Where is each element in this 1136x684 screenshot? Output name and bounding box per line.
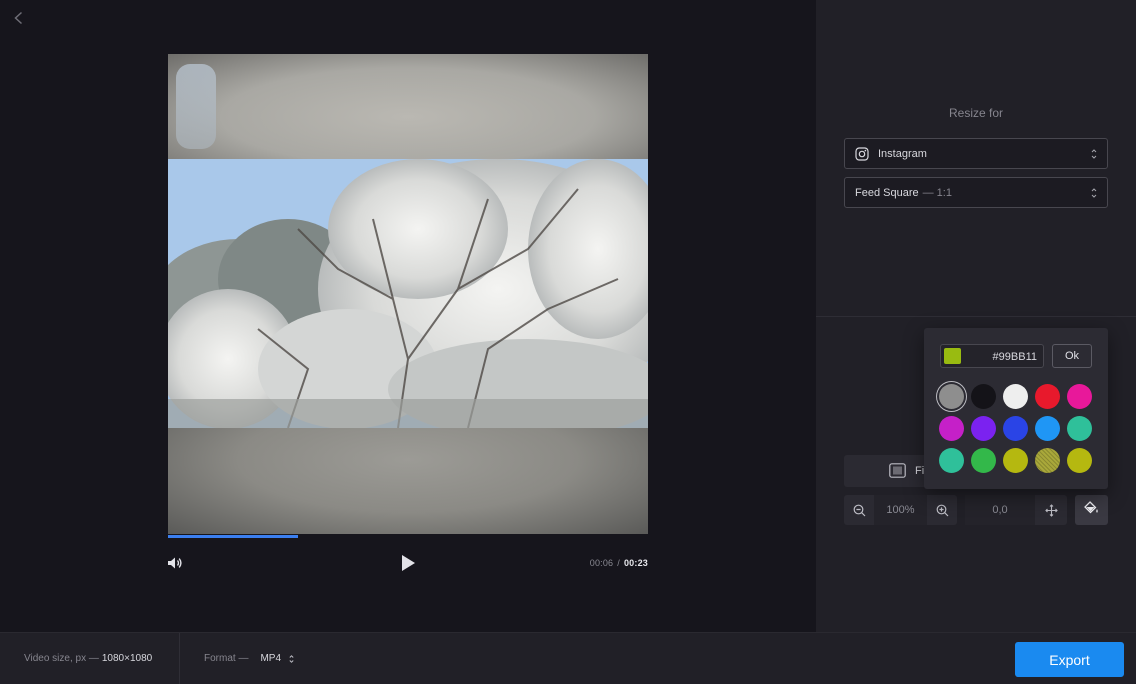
color-swatch[interactable]	[1035, 448, 1060, 473]
current-color-swatch	[944, 348, 961, 364]
ok-button[interactable]: Ok	[1052, 344, 1092, 368]
preset-select-name: Feed Square	[855, 186, 919, 199]
hex-color-input[interactable]: #99BB11	[940, 344, 1044, 368]
preset-select[interactable]: Feed Square — 1:1	[844, 177, 1108, 208]
blurred-background-top	[168, 54, 648, 159]
bottom-divider	[179, 633, 180, 684]
zoom-out-icon[interactable]	[844, 495, 874, 525]
total-time: 00:23	[623, 558, 648, 568]
time-separator: /	[617, 558, 620, 568]
zoom-in-icon[interactable]	[927, 495, 957, 525]
move-icon[interactable]	[1035, 495, 1067, 525]
platform-select[interactable]: Instagram	[844, 138, 1108, 169]
color-swatch[interactable]	[1067, 448, 1092, 473]
editor-area: 00:06/00:23	[0, 0, 816, 632]
preset-select-ratio: — 1:1	[922, 186, 952, 199]
select-arrows-icon	[1091, 148, 1097, 160]
color-swatch[interactable]	[1067, 384, 1092, 409]
blurred-background-bottom	[168, 428, 648, 534]
back-arrow-icon[interactable]	[10, 9, 28, 27]
color-swatch[interactable]	[939, 384, 964, 409]
video-frame	[168, 159, 648, 428]
color-swatch[interactable]	[939, 416, 964, 441]
resize-title: Resize for	[948, 106, 1004, 120]
color-swatch[interactable]	[1035, 384, 1060, 409]
fit-icon	[889, 463, 906, 478]
format-select[interactable]: Format — MP4	[204, 653, 294, 664]
instagram-icon	[855, 147, 869, 161]
paint-bucket-icon	[1084, 500, 1099, 520]
hex-color-value: #99BB11	[992, 351, 1037, 363]
color-swatch[interactable]	[971, 416, 996, 441]
color-swatch[interactable]	[971, 384, 996, 409]
resize-section: Resize for Instagram Feed Square — 1:1	[816, 0, 1136, 317]
video-size: Video size, px —1080×1080	[24, 653, 152, 664]
color-picker-popover: #99BB11 Ok	[924, 328, 1108, 489]
color-swatch[interactable]	[1035, 416, 1060, 441]
color-swatch[interactable]	[1003, 384, 1028, 409]
color-swatch[interactable]	[1067, 416, 1092, 441]
playback-progress-fill	[168, 535, 298, 538]
color-swatch[interactable]	[1003, 416, 1028, 441]
bottom-bar: Video size, px —1080×1080 Format — MP4 E…	[0, 632, 1136, 684]
export-button[interactable]: Export	[1015, 642, 1124, 677]
video-size-value: 1080×1080	[101, 653, 153, 664]
play-icon[interactable]	[398, 553, 418, 573]
select-arrows-icon	[1091, 187, 1097, 199]
position-control: 0,0	[965, 495, 1067, 525]
resize-sidebar: Resize for Instagram Feed Square — 1:1 F…	[816, 0, 1136, 632]
zoom-value: 100%	[874, 495, 927, 525]
playback-progress-bar[interactable]	[168, 535, 648, 538]
fill-color-button[interactable]	[1075, 495, 1108, 525]
color-swatch[interactable]	[939, 448, 964, 473]
cherry-blossom-image	[168, 159, 648, 428]
current-time: 00:06	[589, 558, 614, 568]
format-label: Format —	[204, 653, 249, 664]
select-arrows-icon	[289, 654, 294, 664]
color-swatch-grid	[939, 384, 1095, 473]
color-swatch[interactable]	[1003, 448, 1028, 473]
platform-select-value: Instagram	[878, 147, 927, 160]
fit-button-label: Fi	[915, 465, 925, 477]
color-swatch[interactable]	[971, 448, 996, 473]
timecode: 00:06/00:23	[590, 558, 648, 568]
video-size-label: Video size, px —	[24, 653, 99, 664]
zoom-control: 100%	[844, 495, 957, 525]
format-value: MP4	[260, 653, 282, 664]
position-value[interactable]: 0,0	[965, 495, 1035, 525]
volume-icon[interactable]	[166, 554, 184, 572]
video-canvas[interactable]	[168, 54, 648, 534]
